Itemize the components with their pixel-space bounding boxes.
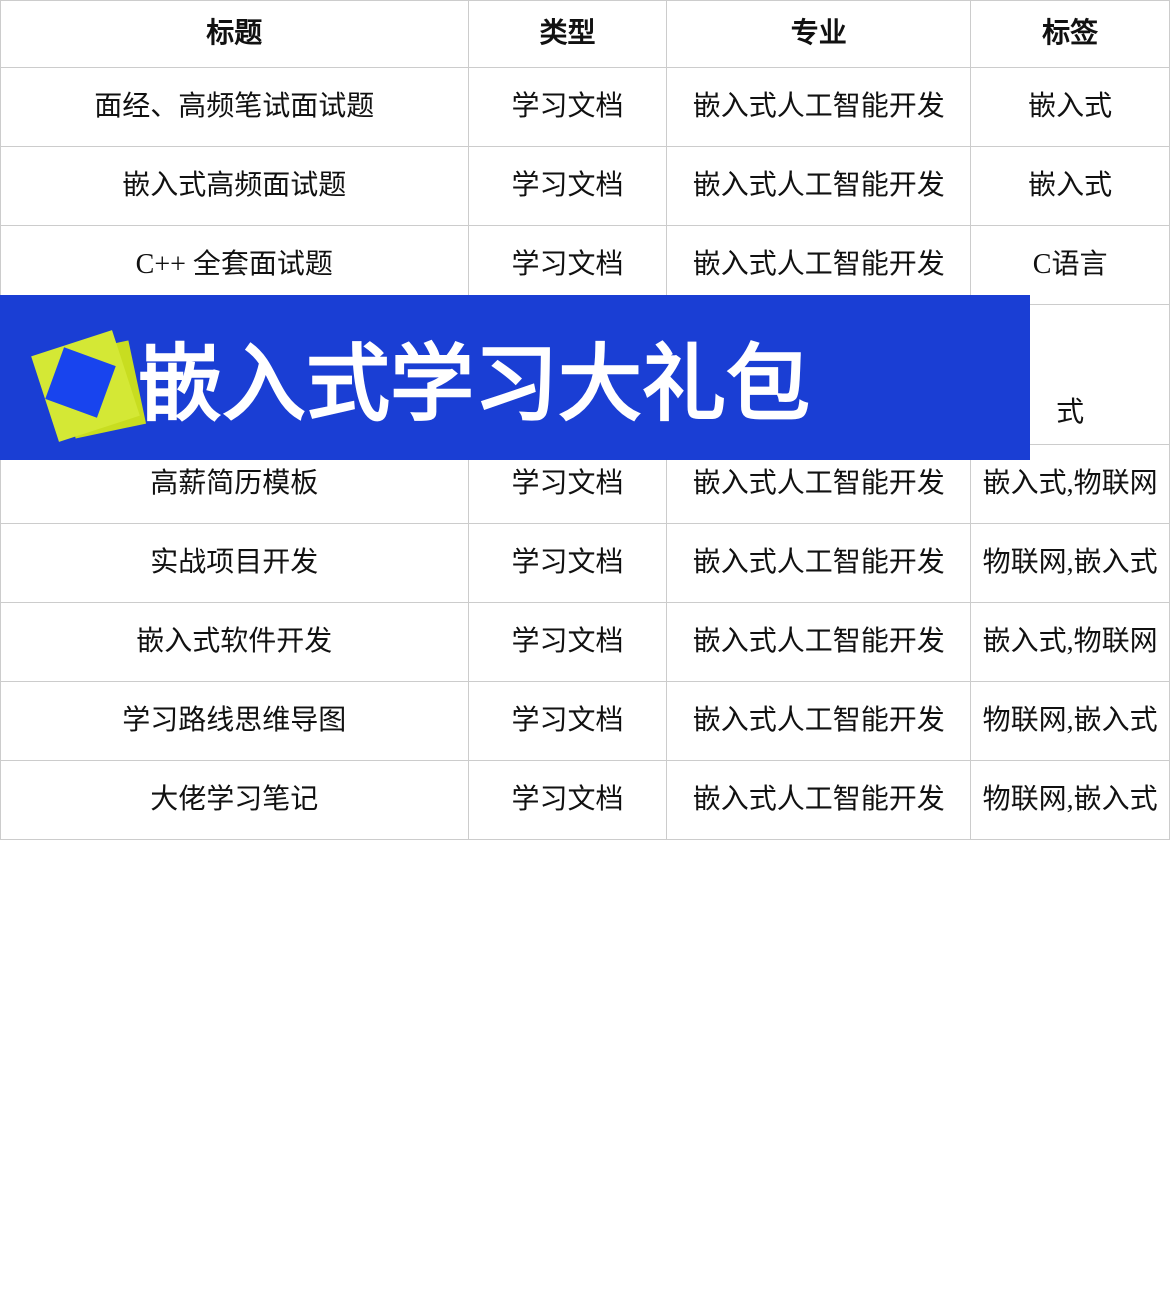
cell-major: 嵌入式人工智能开发 (667, 603, 971, 682)
cell-major: 嵌入式人工智能开发 (667, 682, 971, 761)
cell-tag: 嵌入式 (971, 68, 1170, 147)
cell-title: 实战项目开发 (1, 524, 469, 603)
cell-type: 学习文档 (468, 603, 667, 682)
cell-tag: C语言 (971, 226, 1170, 305)
page-container: 标题 类型 专业 标签 面经、高频笔试面试题 学习文档 嵌入式人工智能开发 嵌入… (0, 0, 1170, 840)
cell-type: 学习文档 (468, 147, 667, 226)
cell-tag: 物联网,嵌入式 (971, 761, 1170, 840)
cell-tag: 嵌入式 (971, 147, 1170, 226)
cell-type: 学习文档 (468, 682, 667, 761)
cell-title: 学习路线思维导图 (1, 682, 469, 761)
banner-text: 嵌入式学习大礼包 (138, 317, 810, 438)
cell-title: 嵌入式软件开发 (1, 603, 469, 682)
cell-major: 嵌入式人工智能开发 (667, 147, 971, 226)
cell-tag: 物联网,嵌入式 (971, 524, 1170, 603)
table-row: C++ 全套面试题 学习文档 嵌入式人工智能开发 C语言 (1, 226, 1170, 305)
col-header-tag: 标签 (971, 1, 1170, 68)
cell-title: 大佬学习笔记 (1, 761, 469, 840)
cell-major: 嵌入式人工智能开发 (667, 761, 971, 840)
table-header-row: 标题 类型 专业 标签 (1, 1, 1170, 68)
cell-title: 嵌入式高频面试题 (1, 147, 469, 226)
cell-tag: 嵌入式,物联网 (971, 603, 1170, 682)
cell-type: 学习文档 (468, 68, 667, 147)
cell-type: 学习文档 (468, 761, 667, 840)
cell-type: 学习文档 (468, 226, 667, 305)
table-row: 嵌入式软件开发 学习文档 嵌入式人工智能开发 嵌入式,物联网 (1, 603, 1170, 682)
cell-type: 学习文档 (468, 524, 667, 603)
cell-tag: 物联网,嵌入式 (971, 682, 1170, 761)
table-row: 嵌入式高频面试题 学习文档 嵌入式人工智能开发 嵌入式 (1, 147, 1170, 226)
cell-major: 嵌入式人工智能开发 (667, 226, 971, 305)
table-row: 实战项目开发 学习文档 嵌入式人工智能开发 物联网,嵌入式 (1, 524, 1170, 603)
banner-block: 嵌入式学习大礼包 (0, 295, 1030, 460)
cell-title: C++ 全套面试题 (1, 226, 469, 305)
col-header-type: 类型 (468, 1, 667, 68)
table-row: 面经、高频笔试面试题 学习文档 嵌入式人工智能开发 嵌入式 (1, 68, 1170, 147)
table-row: 学习路线思维导图 学习文档 嵌入式人工智能开发 物联网,嵌入式 (1, 682, 1170, 761)
cell-major: 嵌入式人工智能开发 (667, 68, 971, 147)
table-row: 大佬学习笔记 学习文档 嵌入式人工智能开发 物联网,嵌入式 (1, 761, 1170, 840)
col-header-major: 专业 (667, 1, 971, 68)
cell-title: 面经、高频笔试面试题 (1, 68, 469, 147)
col-header-title: 标题 (1, 1, 469, 68)
cell-major: 嵌入式人工智能开发 (667, 524, 971, 603)
